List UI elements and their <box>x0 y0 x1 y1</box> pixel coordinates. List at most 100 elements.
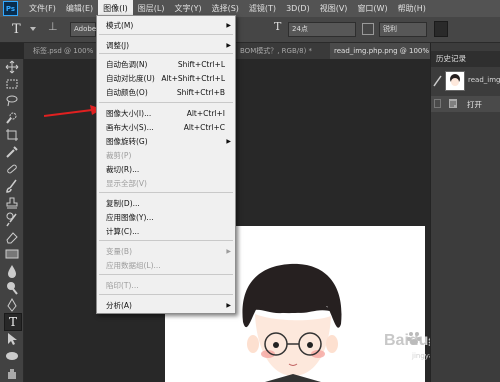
hand-icon[interactable] <box>4 365 20 381</box>
history-panel-title[interactable]: 历史记录 <box>436 53 466 64</box>
align-center-icon[interactable] <box>452 21 466 37</box>
menu-item-duplicate[interactable]: 复制(D)... <box>97 197 235 210</box>
brush-icon[interactable] <box>4 178 20 194</box>
menu-item-shortcut: Shift+Ctrl+L <box>177 60 225 69</box>
healing-icon[interactable] <box>4 161 20 177</box>
font-size-select[interactable]: 24点 <box>288 22 356 37</box>
menu-item-crop: 裁剪(P) <box>97 149 235 162</box>
menu-bar: Ps 文件(F) 编辑(E) 图像(I) 图层(L) 文字(Y) 选择(S) 滤… <box>0 0 500 17</box>
menu-item-label: 图像大小(I)... <box>106 109 152 118</box>
menu-item-label: 应用图像(Y)... <box>106 213 154 222</box>
step-toggle-icon[interactable] <box>434 99 441 108</box>
menu-separator <box>99 240 233 241</box>
menu-item-shortcut: Alt+Ctrl+C <box>183 123 225 132</box>
menu-item-label: 自动对比度(U) <box>106 74 155 83</box>
menu-view[interactable]: 视图(V) <box>315 0 353 17</box>
menu-item-shortcut: Alt+Shift+Ctrl+L <box>161 74 225 83</box>
menu-item-label: 裁剪(P) <box>106 151 132 160</box>
marquee-icon[interactable] <box>4 76 20 92</box>
submenu-arrow-icon: ▶ <box>226 22 231 29</box>
ellipse-icon[interactable] <box>4 348 20 364</box>
lasso-icon[interactable] <box>4 93 20 109</box>
menu-item-label: 裁切(R)... <box>106 165 140 174</box>
menu-window[interactable]: 窗口(W) <box>352 0 392 17</box>
menu-separator <box>99 102 233 103</box>
quick-select-icon[interactable] <box>4 110 20 126</box>
menu-edit[interactable]: 编辑(E) <box>61 0 98 17</box>
crop-icon[interactable] <box>4 127 20 143</box>
menu-separator <box>99 192 233 193</box>
antialias-select[interactable]: 锐利 <box>379 22 427 37</box>
menu-item-label: 显示全部(V) <box>106 179 147 188</box>
menu-item-calculations[interactable]: 计算(C)... <box>97 225 235 238</box>
history-panel: 历史记录 read_img 打开 <box>430 43 500 382</box>
history-step-row[interactable] <box>431 96 500 112</box>
menu-item-trim[interactable]: 裁切(R)... <box>97 163 235 176</box>
font-size-icon: T <box>274 20 282 33</box>
menu-item-auto-color[interactable]: 自动颜色(O) Shift+Ctrl+B <box>97 86 235 99</box>
eyedropper-icon[interactable] <box>4 144 20 160</box>
menu-help[interactable]: 帮助(H) <box>393 0 431 17</box>
menu-item-label: 变量(B) <box>106 247 132 256</box>
menu-item-analysis[interactable]: 分析(A) ▶ <box>97 299 235 312</box>
stamp-icon[interactable] <box>4 195 20 211</box>
menu-item-auto-contrast[interactable]: 自动对比度(U) Alt+Shift+Ctrl+L <box>97 72 235 85</box>
menu-separator <box>99 294 233 295</box>
menu-item-image-size[interactable]: 图像大小(I)... Alt+Ctrl+I <box>97 107 235 120</box>
tab-biaoqian[interactable]: 标签.psd @ 100% <box>29 43 97 59</box>
menu-item-auto-tone[interactable]: 自动色调(N) Shift+Ctrl+L <box>97 58 235 71</box>
type-tool-icon[interactable]: T <box>12 22 21 37</box>
baidu-paw-logo-icon <box>407 332 421 345</box>
align-left-icon[interactable] <box>434 21 448 37</box>
menu-item-apply-data-set: 应用数据组(L)... <box>97 259 235 272</box>
dodge-icon[interactable] <box>4 280 20 296</box>
snapshot-thumbnail[interactable] <box>445 71 465 91</box>
red-arrow-annotation <box>44 105 102 117</box>
blur-icon[interactable] <box>4 263 20 279</box>
menu-item-label: 调整(J) <box>106 41 130 50</box>
pen-icon[interactable] <box>4 297 20 313</box>
menu-file[interactable]: 文件(F) <box>24 0 61 17</box>
path-select-icon[interactable] <box>4 331 20 347</box>
menu-item-shortcut: Shift+Ctrl+B <box>176 88 225 97</box>
menu-item-label: 分析(A) <box>106 301 132 310</box>
photoshop-logo-icon: Ps <box>3 1 18 16</box>
tab-read-img[interactable]: read_img.php.png @ 100% <box>330 43 434 59</box>
menu-item-label: 计算(C)... <box>106 227 140 236</box>
submenu-arrow-icon: ▶ <box>226 42 231 49</box>
history-step-label[interactable]: 打开 <box>467 99 482 110</box>
document-open-icon <box>449 99 457 108</box>
tab-bom[interactable]: BOM模式？, RGB/8) * <box>236 43 316 59</box>
menu-item-trap: 陷印(T)... <box>97 279 235 292</box>
menu-item-apply-image[interactable]: 应用图像(Y)... <box>97 211 235 224</box>
history-brush-icon[interactable] <box>4 212 20 228</box>
image-menu-dropdown: 模式(M) ▶ 调整(J) ▶ 自动色调(N) Shift+Ctrl+L 自动对比度(U) A… <box>96 15 236 314</box>
menu-item-image-rotation[interactable]: 图像旋转(G) ▶ <box>97 135 235 148</box>
menu-separator <box>99 34 233 35</box>
font-family-select[interactable]: Adobe <box>70 22 96 37</box>
menu-separator <box>99 274 233 275</box>
menu-item-label: 模式(M) <box>106 21 134 30</box>
orientation-toggle-icon[interactable]: ⊥ <box>48 20 62 38</box>
menu-item-canvas-size[interactable]: 画布大小(S)... Alt+Ctrl+C <box>97 121 235 134</box>
history-brush-source-icon[interactable] <box>433 75 443 87</box>
menu-item-label: 复制(D)... <box>106 199 140 208</box>
menu-filter[interactable]: 滤镜(T) <box>244 0 281 17</box>
menu-item-label: 陷印(T)... <box>106 281 139 290</box>
menu-3d[interactable]: 3D(D) <box>281 0 315 17</box>
tool-preset-dropdown-icon[interactable] <box>30 27 36 31</box>
move-icon[interactable] <box>4 59 20 75</box>
menu-item-mode[interactable]: 模式(M) ▶ <box>97 19 235 32</box>
submenu-arrow-icon: ▶ <box>226 248 231 255</box>
menu-item-label: 画布大小(S)... <box>106 123 154 132</box>
snapshot-label[interactable]: read_img <box>468 76 500 84</box>
menu-item-variables: 变量(B) ▶ <box>97 245 235 258</box>
gradient-icon[interactable] <box>4 246 20 262</box>
menu-item-label: 应用数据组(L)... <box>106 261 161 270</box>
menu-item-adjustments[interactable]: 调整(J) ▶ <box>97 39 235 52</box>
type-icon[interactable]: T <box>4 313 22 331</box>
eraser-icon[interactable] <box>4 229 20 245</box>
submenu-arrow-icon: ▶ <box>226 138 231 145</box>
align-right-icon[interactable] <box>470 21 484 37</box>
submenu-arrow-icon: ▶ <box>226 302 231 309</box>
